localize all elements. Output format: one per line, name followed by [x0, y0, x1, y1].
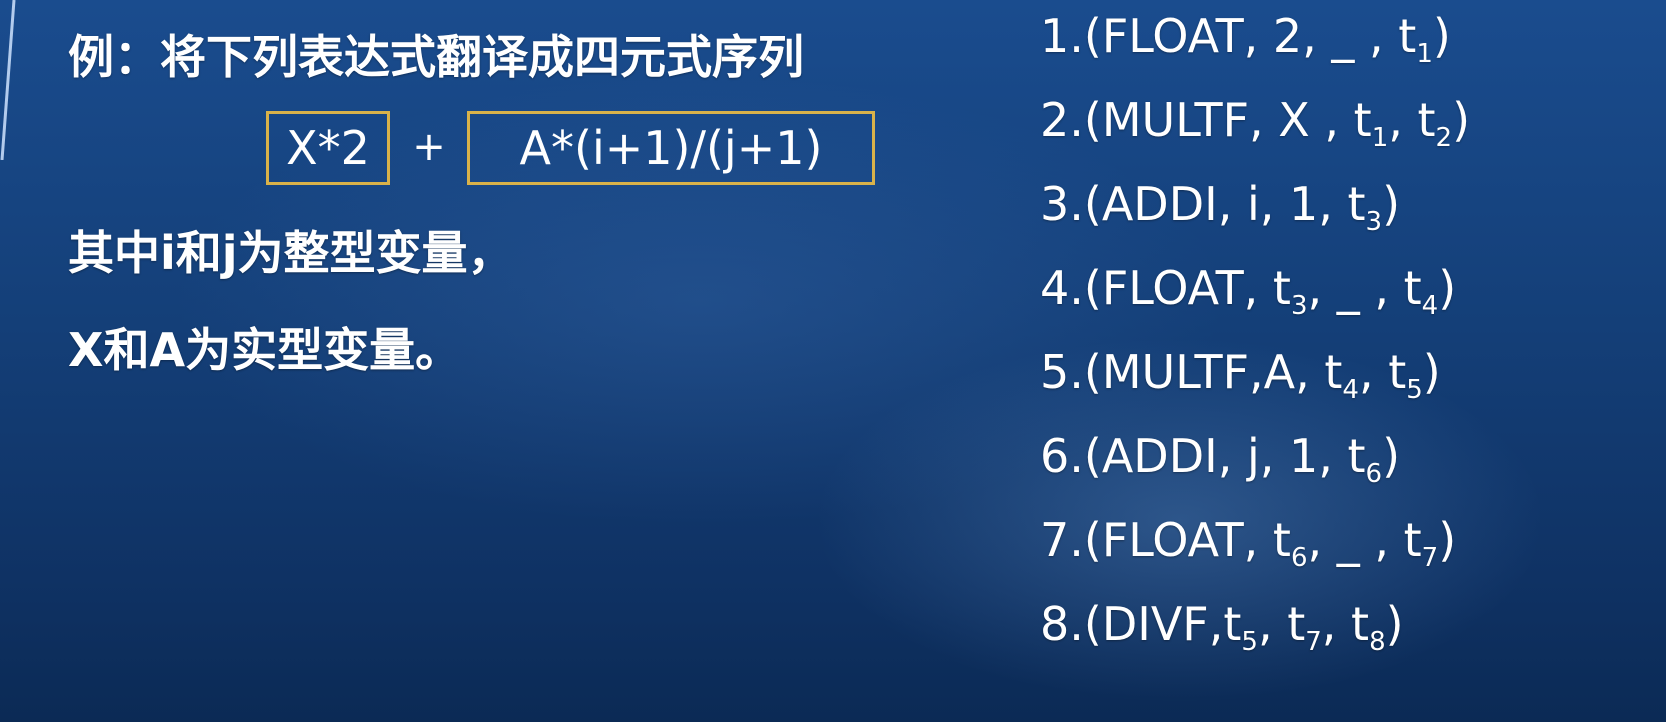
quadruple-item: 6.(ADDI, j, 1, t6) — [1040, 429, 1401, 489]
expression-plus: + — [412, 124, 446, 170]
expression-row: X*2 + A*(i+1)/(j+1) — [68, 111, 1058, 195]
expression-part-1: X*2 — [266, 111, 390, 185]
quadruple-item: 7.(FLOAT, t6, _ , t7) — [1040, 513, 1457, 573]
quadruple-item: 8.(DIVF,t5, t7, t8) — [1040, 597, 1404, 657]
quadruple-item: 5.(MULTF,A, t4, t5) — [1040, 345, 1441, 405]
quadruple-item: 3.(ADDI, i, 1, t3) — [1040, 177, 1401, 237]
expression-part-2: A*(i+1)/(j+1) — [467, 111, 875, 185]
example-title: 例：将下列表达式翻译成四元式序列 — [68, 30, 804, 84]
slide-accent-line — [0, 0, 16, 160]
quadruple-list: 1.(FLOAT, 2, _ , t1) 2.(MULTF, X , t1, t… — [1040, 6, 1650, 678]
quadruple-item: 2.(MULTF, X , t1, t2) — [1040, 93, 1471, 153]
quadruple-item: 1.(FLOAT, 2, _ , t1) — [1040, 9, 1451, 69]
example-panel: 例：将下列表达式翻译成四元式序列 X*2 + A*(i+1)/(j+1) 其中i… — [68, 25, 1058, 377]
note-real-vars: X和A为实型变量。 — [68, 323, 462, 377]
quadruple-item: 4.(FLOAT, t3, _ , t4) — [1040, 261, 1457, 321]
note-integer-vars: 其中i和j为整型变量， — [68, 226, 514, 280]
